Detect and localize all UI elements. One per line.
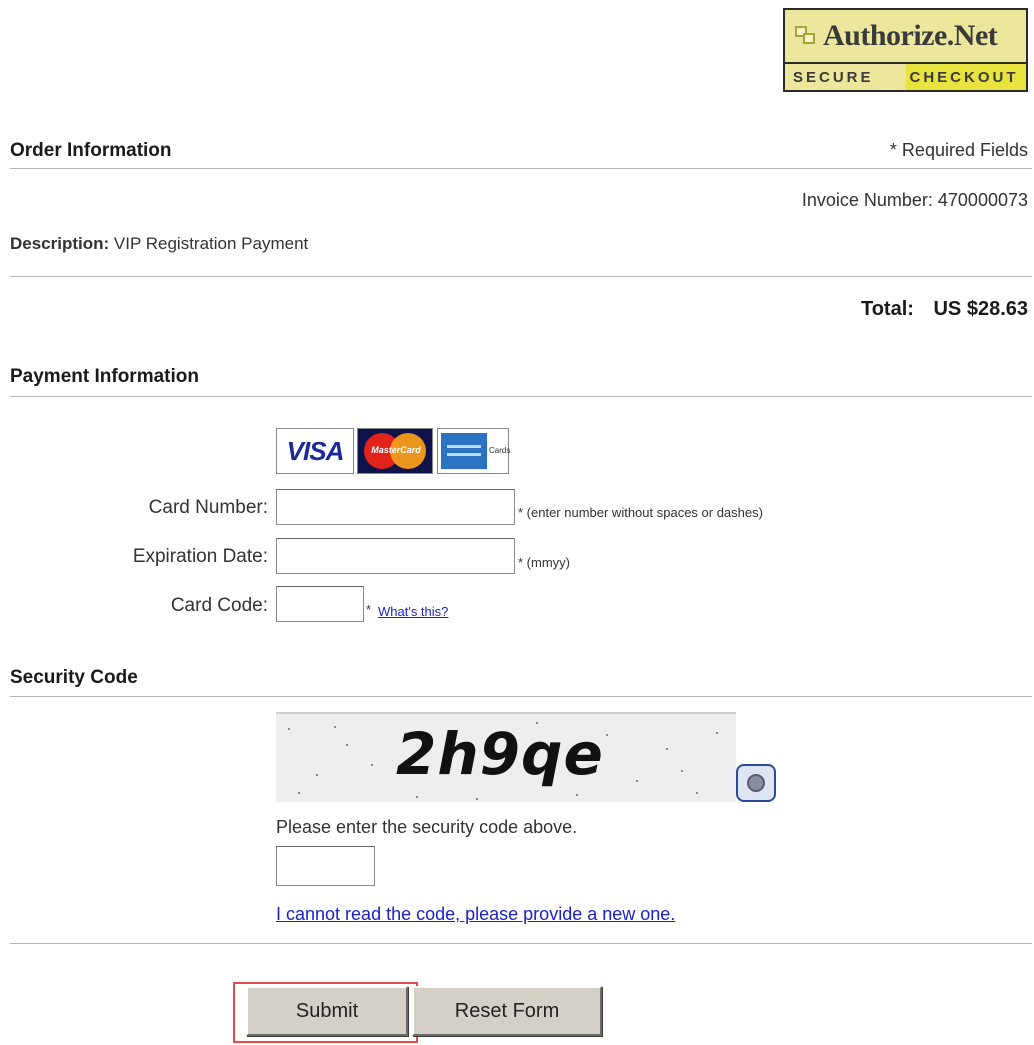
order-total: Total: US $28.63: [861, 298, 1028, 321]
divider: [10, 396, 1032, 397]
refresh-captcha-icon[interactable]: [736, 764, 776, 802]
authorize-net-secure-checkout-badge[interactable]: Authorize.Net SECURE CHECKOUT: [783, 8, 1028, 92]
description-label: Description:: [10, 234, 110, 253]
captcha-text: 2h9qe: [396, 720, 604, 788]
security-code-input[interactable]: [276, 846, 375, 886]
invoice-number: Invoice Number: 470000073: [801, 190, 1028, 210]
order-description: Description: VIP Registration Payment: [10, 234, 308, 254]
expiration-date-label: Expiration Date:: [132, 546, 268, 567]
expiration-date-input[interactable]: [276, 538, 515, 574]
payment-information-heading: Payment Information: [10, 366, 199, 387]
badge-header: Authorize.Net: [785, 10, 1026, 62]
badge-checkout-text: CHECKOUT: [905, 64, 1026, 90]
card-number-hint: * (enter number without spaces or dashes…: [518, 505, 763, 520]
security-code-instruction: Please enter the security code above.: [276, 817, 578, 837]
card-code-label: Card Code:: [170, 595, 268, 616]
reset-form-button[interactable]: Reset Form: [412, 986, 602, 1036]
card-code-input[interactable]: [276, 586, 364, 622]
divider: [10, 168, 1032, 169]
required-fields-note: * Required Fields: [889, 140, 1028, 160]
authorize-net-logo-icon: [795, 26, 817, 46]
badge-brand: Authorize.Net: [823, 19, 998, 52]
order-information-heading: Order Information: [10, 140, 172, 161]
total-label: Total:: [860, 298, 914, 320]
new-captcha-link[interactable]: I cannot read the code, please provide a…: [276, 904, 675, 925]
card-number-label: Card Number:: [148, 497, 268, 518]
divider: [10, 943, 1032, 944]
american-express-logo: Cards: [437, 428, 510, 474]
description-value: VIP Registration Payment: [113, 234, 309, 253]
visa-card-logo: VISA: [276, 428, 354, 474]
divider: [10, 696, 1032, 697]
badge-secure-text: SECURE: [785, 64, 906, 90]
card-code-required-star: *: [366, 602, 372, 617]
card-number-input[interactable]: [276, 489, 515, 525]
whats-this-link[interactable]: What's this?: [378, 604, 448, 619]
mastercard-logo: MasterCard: [357, 428, 433, 474]
badge-footer: SECURE CHECKOUT: [785, 62, 1026, 90]
submit-button[interactable]: Submit: [246, 986, 408, 1036]
captcha-image: 2h9qe: [276, 712, 736, 802]
divider: [10, 276, 1032, 277]
security-code-heading: Security Code: [10, 667, 138, 688]
expiration-date-hint: * (mmyy): [518, 555, 570, 570]
total-value: US $28.63: [933, 298, 1028, 320]
